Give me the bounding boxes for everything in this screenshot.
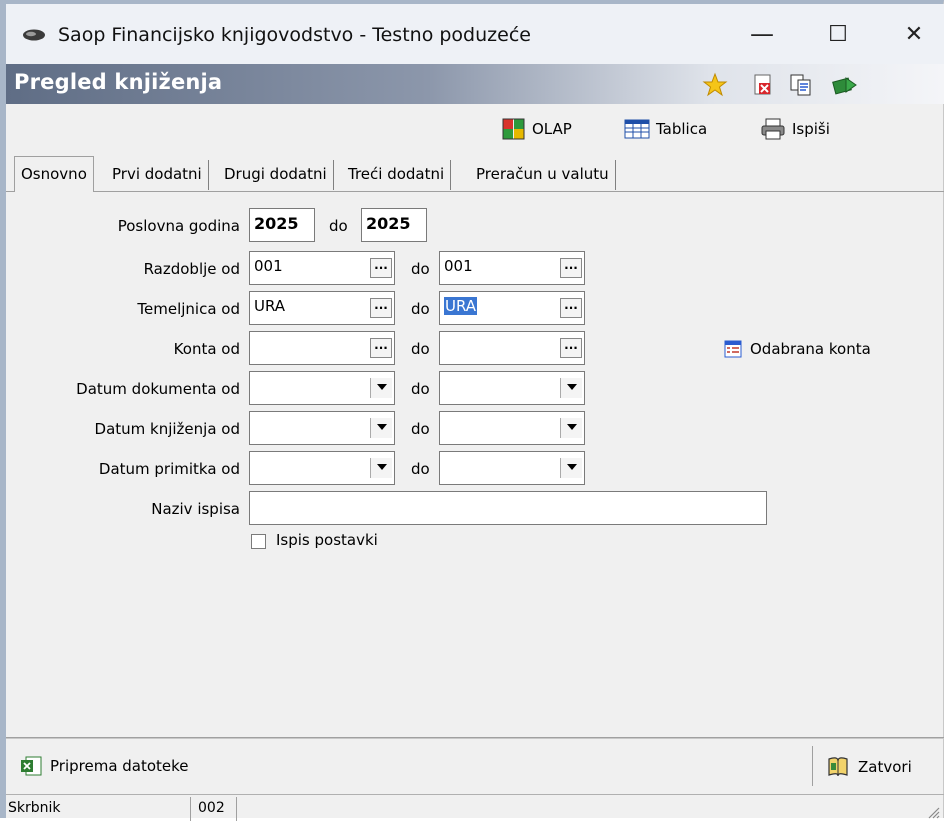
chevron-down-icon[interactable] [370, 458, 392, 478]
konta-from-field[interactable]: ... [249, 331, 395, 365]
konta-from-lookup-button[interactable]: ... [370, 338, 392, 358]
tab-preracun-u-valutu[interactable]: Preračun u valutu [470, 160, 616, 190]
chevron-down-icon[interactable] [370, 418, 392, 438]
printer-icon [761, 118, 785, 140]
poslovna-godina-to[interactable]: 2025 [361, 208, 427, 242]
toolbar: OLAP Tablica Ispiši [6, 106, 944, 152]
bottom-divider [6, 737, 944, 739]
razdoblje-to-field[interactable]: 001 ... [439, 251, 585, 285]
datum-primitka-to-field[interactable] [439, 451, 585, 485]
odabrana-konta-button[interactable]: Odabrana konta [724, 340, 871, 358]
title-bar: Saop Financijsko knjigovodstvo - Testno … [6, 4, 944, 64]
konta-label: Konta od [173, 340, 240, 358]
do-label: do [411, 260, 430, 278]
konta-to-field[interactable]: ... [439, 331, 585, 365]
tab-drugi-dodatni[interactable]: Drugi dodatni [218, 160, 334, 190]
tab-treci-dodatni[interactable]: Treći dodatni [342, 160, 452, 190]
do-label: do [411, 380, 430, 398]
poslovna-godina-from[interactable]: 2025 [249, 208, 315, 242]
excel-file-icon [21, 756, 42, 776]
zatvori-label: Zatvori [858, 758, 912, 776]
temeljnica-to-field[interactable]: URA ... [439, 291, 585, 325]
form-title: Pregled knjiženja [14, 70, 223, 94]
poslovna-godina-label: Poslovna godina [117, 217, 240, 235]
tab-osnovno[interactable]: Osnovno [14, 156, 94, 192]
close-book-icon [828, 757, 848, 777]
bottom-bar: Priprema datoteke Zatvori [6, 740, 944, 794]
datum-primitka-label: Datum primitka od [98, 460, 240, 478]
datum-knjizenja-to-field[interactable] [439, 411, 585, 445]
razdoblje-label: Razdoblje od [143, 260, 240, 278]
maximize-button[interactable]: ☐ [810, 16, 866, 52]
datum-dokumenta-from-field[interactable] [249, 371, 395, 405]
naziv-ispisa-label: Naziv ispisa [151, 500, 240, 518]
status-user: Skrbnik [8, 800, 61, 816]
temeljnica-from-field[interactable]: URA ... [249, 291, 395, 325]
temeljnica-from-value: URA [254, 297, 286, 315]
konta-to-lookup-button[interactable]: ... [560, 338, 582, 358]
chevron-down-icon[interactable] [560, 418, 582, 438]
razdoblje-to-lookup-button[interactable]: ... [560, 258, 582, 278]
star-icon[interactable] [702, 72, 728, 98]
datum-dokumenta-label: Datum dokumenta od [76, 380, 240, 398]
temeljnica-from-lookup-button[interactable]: ... [370, 298, 392, 318]
chevron-down-icon[interactable] [560, 378, 582, 398]
bottom-separator [812, 746, 813, 786]
filter-form: Poslovna godina 2025 do 2025 Razdoblje o… [6, 192, 944, 737]
minimize-button[interactable]: — [734, 16, 790, 52]
form-header: Pregled knjiženja [6, 64, 944, 104]
do-label: do [411, 340, 430, 358]
table-icon [624, 119, 650, 139]
tab-strip: Osnovno Prvi dodatni Drugi dodatni Treći… [6, 156, 944, 192]
olap-cube-icon [502, 118, 525, 140]
temeljnica-to-value: URA [444, 297, 478, 315]
status-separator [190, 797, 191, 821]
olap-button[interactable]: OLAP [502, 116, 572, 142]
ispis-postavki-checkbox[interactable] [251, 534, 266, 549]
do-label: do [411, 420, 430, 438]
tab-prvi-dodatni[interactable]: Prvi dodatni [106, 160, 209, 190]
ispisi-label: Ispiši [792, 120, 830, 138]
status-separator [236, 797, 237, 821]
datum-primitka-from-field[interactable] [249, 451, 395, 485]
olap-label: OLAP [532, 120, 572, 138]
window-title: Saop Financijsko knjigovodstvo - Testno … [58, 24, 531, 46]
delete-document-icon[interactable] [750, 72, 776, 98]
do-label: do [411, 300, 430, 318]
ispisi-button[interactable]: Ispiši [760, 116, 830, 142]
razdoblje-from-field[interactable]: 001 ... [249, 251, 395, 285]
status-code: 002 [198, 800, 225, 816]
zatvori-button[interactable]: Zatvori [826, 756, 912, 778]
close-button[interactable]: ✕ [886, 16, 942, 52]
razdoblje-from-value: 001 [254, 257, 283, 275]
chevron-down-icon[interactable] [560, 458, 582, 478]
odabrana-konta-label: Odabrana konta [750, 340, 871, 358]
app-window: Saop Financijsko knjigovodstvo - Testno … [0, 0, 944, 821]
tablica-label: Tablica [656, 120, 708, 138]
priprema-datoteke-label: Priprema datoteke [50, 757, 189, 775]
datum-knjizenja-from-field[interactable] [249, 411, 395, 445]
do-label: do [329, 217, 348, 235]
copy-documents-icon[interactable] [788, 72, 814, 98]
checklist-icon [724, 340, 742, 358]
temeljnica-label: Temeljnica od [137, 300, 240, 318]
priprema-datoteke-button[interactable]: Priprema datoteke [20, 756, 189, 776]
naziv-ispisa-input[interactable] [249, 491, 767, 525]
razdoblje-to-value: 001 [444, 257, 473, 275]
do-label: do [411, 460, 430, 478]
datum-dokumenta-to-field[interactable] [439, 371, 585, 405]
tablica-button[interactable]: Tablica [624, 116, 707, 142]
temeljnica-to-lookup-button[interactable]: ... [560, 298, 582, 318]
app-logo-icon [23, 29, 45, 41]
resize-grip-icon[interactable] [926, 805, 940, 819]
chevron-down-icon[interactable] [370, 378, 392, 398]
razdoblje-from-lookup-button[interactable]: ... [370, 258, 392, 278]
datum-knjizenja-label: Datum knjiženja od [94, 420, 240, 438]
books-arrow-icon[interactable] [832, 72, 858, 98]
ispis-postavki-label: Ispis postavki [276, 531, 378, 549]
